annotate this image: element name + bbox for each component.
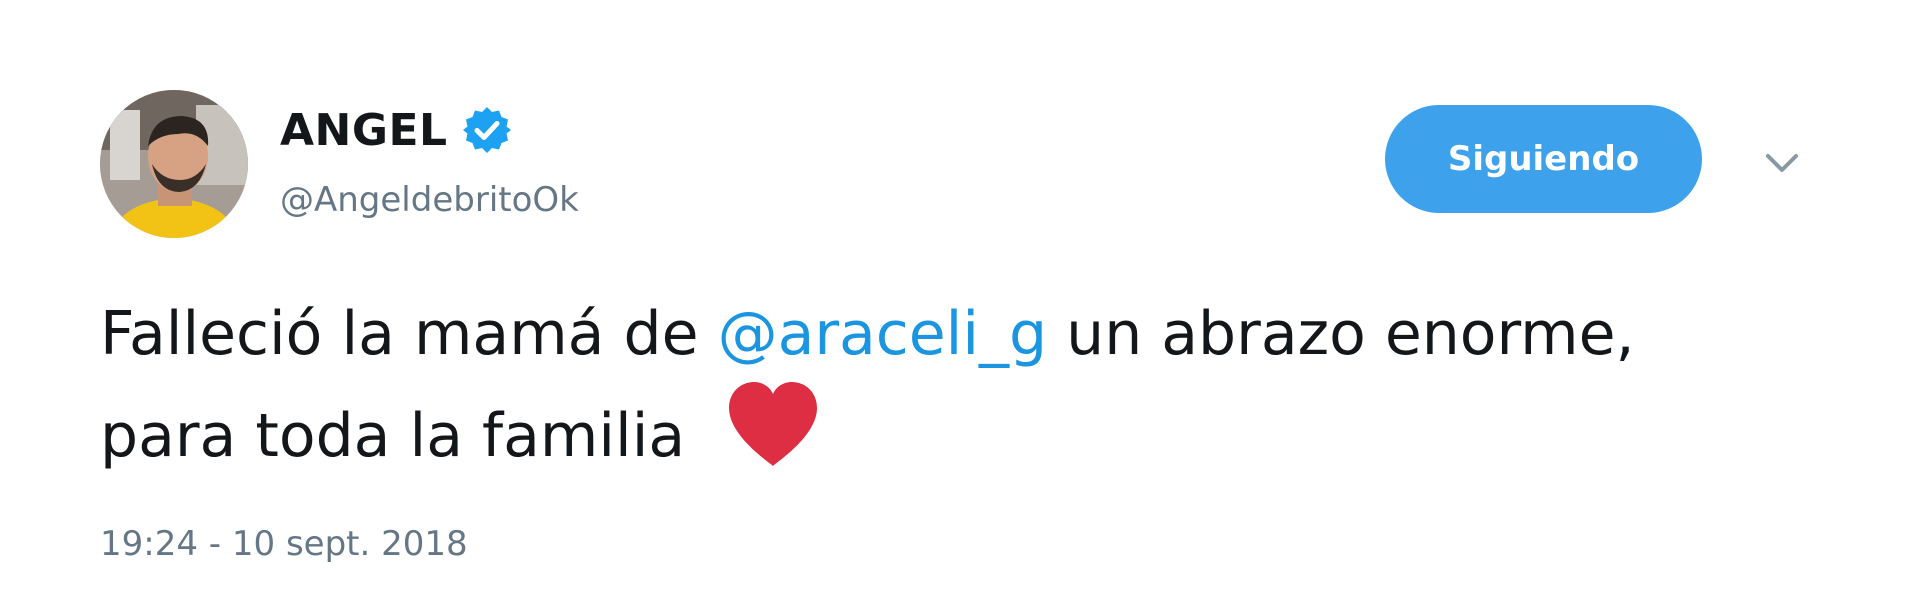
name-row: ANGEL (280, 100, 579, 160)
author-block: ANGEL @AngeldebritoOk (280, 100, 579, 221)
tweet-card: ANGEL @AngeldebritoOk Siguiendo Falleció… (0, 0, 1920, 603)
tweet-text-part: Falleció la mamá de (100, 299, 718, 369)
display-name[interactable]: ANGEL (280, 105, 448, 156)
profile-photo-icon (100, 90, 248, 238)
mention-link[interactable]: @araceli_g (718, 299, 1048, 369)
tweet-timestamp[interactable]: 19:24 - 10 sept. 2018 (100, 524, 468, 564)
following-button[interactable]: Siguiendo (1385, 105, 1702, 213)
user-handle[interactable]: @AngeldebritoOk (280, 180, 579, 220)
chevron-down-icon[interactable] (1762, 150, 1802, 178)
tweet-text: Falleció la mamá de @araceli_g un abrazo… (100, 290, 1740, 480)
heart-emoji-icon (725, 378, 821, 474)
avatar[interactable] (100, 90, 248, 238)
verified-badge-icon (462, 105, 512, 155)
